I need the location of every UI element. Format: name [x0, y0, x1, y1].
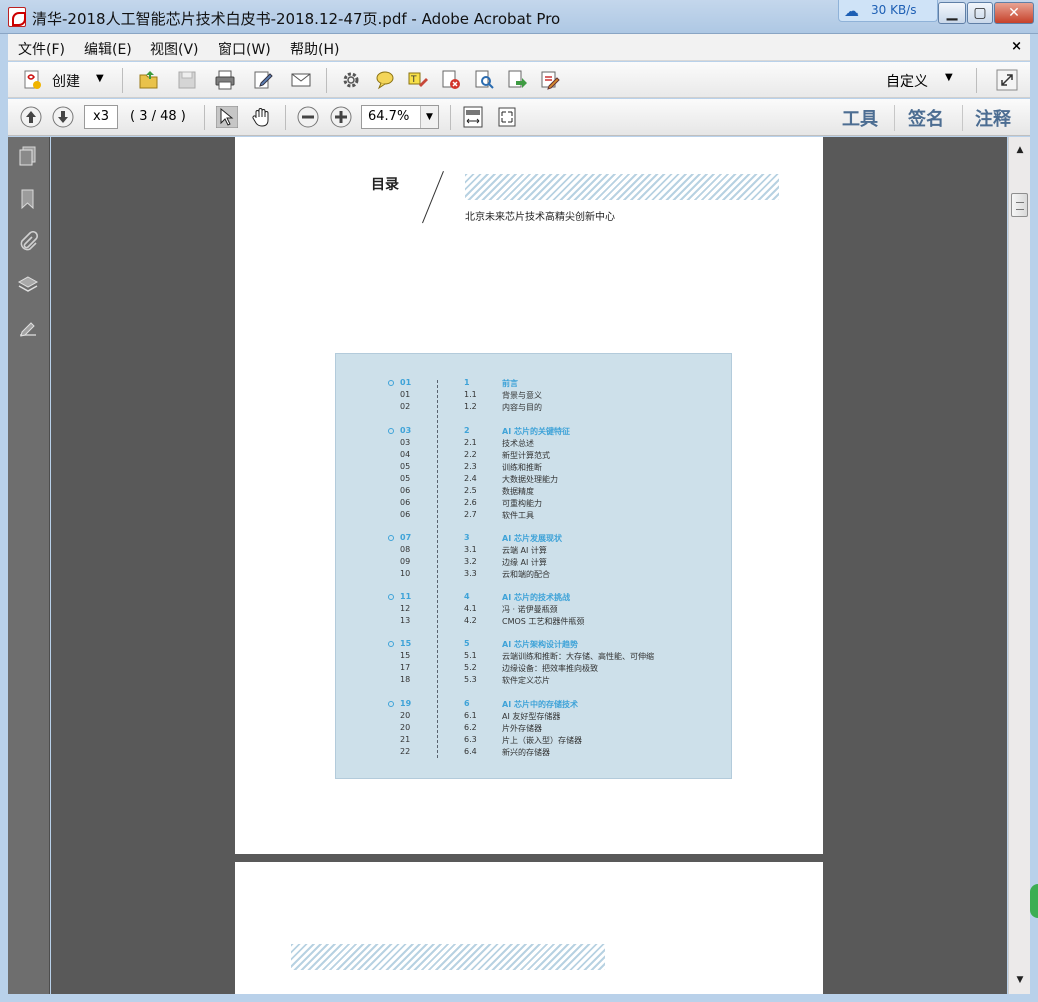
create-pdf-icon: [24, 70, 41, 89]
close-button[interactable]: ✕: [994, 2, 1034, 24]
save-icon[interactable]: [176, 69, 198, 91]
pdf-page: 目录 北京未来芯片技术高精尖创新中心 01 1 前言 01 1.1 背景与意义 02 1.…: [235, 137, 823, 854]
open-folder-icon[interactable]: [138, 69, 160, 91]
title-bar: 清华-2018人工智能芯片技术白皮书-2018.12-47页.pdf - Ado…: [0, 0, 1038, 34]
chevron-down-icon[interactable]: ▼: [945, 72, 953, 83]
menu-window[interactable]: 窗口(W): [218, 39, 271, 59]
floating-widget-edge[interactable]: [1030, 884, 1038, 918]
hatched-banner: [291, 944, 605, 970]
document-view[interactable]: 目录 北京未来芯片技术高精尖创新中心 01 1 前言 01 1.1 背景与意义 02 1.…: [51, 137, 1007, 994]
navigation-pane: [8, 137, 50, 994]
toolbar-divider: [122, 68, 123, 93]
window-title: 清华-2018人工智能芯片技术白皮书-2018.12-47页.pdf - Ado…: [32, 10, 561, 28]
hand-tool-icon[interactable]: [250, 106, 272, 128]
email-icon[interactable]: [290, 69, 312, 91]
toolbar-divider: [962, 105, 963, 131]
layers-icon[interactable]: [17, 274, 39, 296]
hatched-banner: [465, 174, 779, 200]
create-label: 创建: [52, 74, 80, 90]
bookmarks-icon[interactable]: [17, 188, 39, 210]
export-document-icon[interactable]: [506, 69, 528, 91]
menu-edit[interactable]: 编辑(E): [84, 39, 132, 59]
zoom-level-value: 64.7%: [368, 109, 410, 124]
toolbar-divider: [204, 105, 205, 130]
svg-text:T: T: [410, 75, 417, 85]
highlight-text-icon[interactable]: T: [407, 69, 429, 91]
org-name: 北京未来芯片技术高精尖创新中心: [465, 212, 615, 223]
toc-dotted-line: [437, 380, 438, 758]
scroll-up-arrow-icon[interactable]: ▲: [1009, 145, 1031, 159]
next-page-icon[interactable]: [52, 106, 74, 128]
menu-file[interactable]: 文件(F): [18, 39, 65, 59]
network-rate: 30 KB/s: [871, 3, 917, 17]
signatures-icon[interactable]: [17, 318, 39, 340]
scroll-thumb[interactable]: [1011, 193, 1028, 217]
edit-document-icon[interactable]: [252, 69, 274, 91]
baidu-cloud-icon: ☁: [844, 2, 859, 20]
search-document-icon[interactable]: [473, 69, 495, 91]
zoom-level-select[interactable]: 64.7% ▼: [361, 105, 439, 129]
page-number-input[interactable]: x3: [84, 105, 118, 129]
menu-view[interactable]: 视图(V): [150, 39, 199, 59]
network-speed-widget[interactable]: ☁ 30 KB/s: [838, 0, 938, 22]
print-icon[interactable]: [214, 69, 236, 91]
previous-page-icon[interactable]: [20, 106, 42, 128]
zoom-in-icon[interactable]: [330, 106, 352, 128]
zoom-out-icon[interactable]: [297, 106, 319, 128]
customize-label[interactable]: 自定义: [886, 71, 928, 91]
page-count: ( 3 / 48 ): [130, 109, 186, 124]
toolbar-divider: [326, 68, 327, 93]
minimize-button[interactable]: ▁: [938, 2, 966, 24]
title-divider: [422, 171, 444, 224]
tools-pane-link[interactable]: 工具: [842, 105, 878, 131]
toolbar-divider: [976, 68, 977, 93]
select-cursor-icon[interactable]: [216, 106, 238, 128]
menu-help[interactable]: 帮助(H): [290, 39, 339, 59]
fit-page-icon[interactable]: [462, 106, 484, 128]
settings-gear-icon[interactable]: [340, 69, 362, 91]
navigation-toolbar: x3 ( 3 / 48 ) 64.7% ▼ 工具 签名 注释: [8, 99, 1030, 136]
expand-view-icon[interactable]: [996, 69, 1018, 91]
create-button[interactable]: 创建 ▼: [20, 67, 106, 93]
sign-form-icon[interactable]: [539, 69, 561, 91]
maximize-button[interactable]: ▢: [967, 2, 993, 24]
main-toolbar: 创建 ▼ T 自定义 ▼: [8, 62, 1030, 98]
menu-bar: 文件(F) 编辑(E) 视图(V) 窗口(W) 帮助(H) ×: [8, 34, 1030, 61]
document-close-button[interactable]: ×: [1011, 39, 1022, 54]
toolbar-divider: [894, 105, 895, 131]
attachments-paperclip-icon[interactable]: [17, 231, 39, 253]
acrobat-pdf-icon: [8, 7, 26, 27]
chevron-down-icon: ▼: [96, 73, 104, 84]
toolbar-divider: [285, 105, 286, 130]
toc-box: 01 1 前言 01 1.1 背景与意义 02 1.2 内容与目的 03 2 AI 芯片的关键特…: [335, 353, 732, 779]
vertical-scrollbar[interactable]: ▲ ▼: [1008, 137, 1030, 994]
delete-page-icon[interactable]: [440, 69, 462, 91]
fit-width-icon[interactable]: [496, 106, 518, 128]
comment-pane-link[interactable]: 注释: [975, 105, 1011, 131]
chevron-down-icon[interactable]: ▼: [420, 106, 438, 128]
comment-bubble-icon[interactable]: [374, 69, 396, 91]
page-thumbnails-icon[interactable]: [17, 145, 39, 167]
pdf-page-next: [235, 862, 823, 994]
scroll-down-arrow-icon[interactable]: ▼: [1009, 975, 1031, 989]
toc-title: 目录: [371, 177, 399, 193]
toolbar-divider: [450, 105, 451, 130]
sign-pane-link[interactable]: 签名: [908, 105, 944, 131]
